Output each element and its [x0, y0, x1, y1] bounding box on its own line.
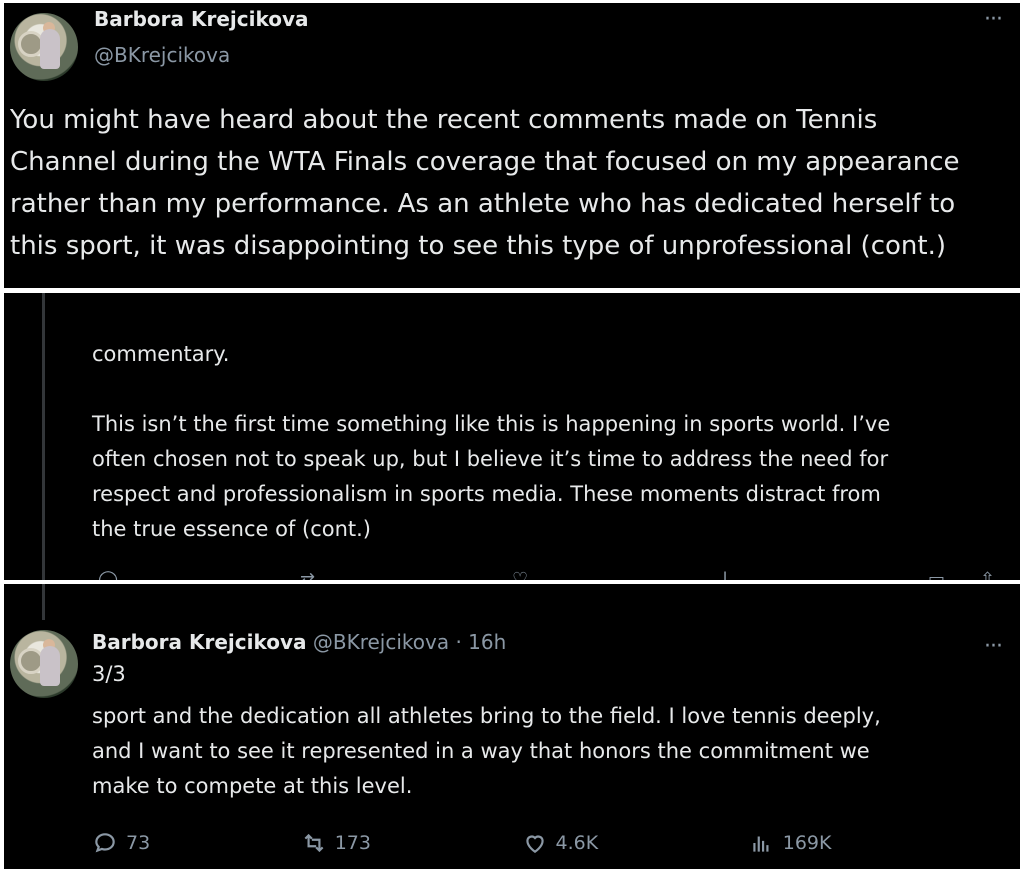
tweet-text: commentary. This isn’t the first time so… — [92, 342, 891, 541]
tweet-text: You might have heard about the recent co… — [10, 105, 960, 261]
reply-icon — [95, 833, 115, 853]
like-count: 4.6K — [555, 832, 599, 854]
avatar[interactable] — [10, 630, 78, 698]
like-button[interactable]: 4.6K — [522, 830, 599, 856]
repost-count: 173 — [334, 832, 371, 854]
tweet-panel-2: commentary. This isn’t the first time so… — [4, 293, 1020, 580]
thread-line — [42, 584, 45, 620]
action-bar: 73 173 4.6K 169K — [92, 830, 1006, 856]
reply-count: 73 — [126, 832, 151, 854]
author-handle[interactable]: @BKrejcikova — [94, 43, 230, 67]
repost-icon — [304, 833, 324, 853]
thread-count: 3/3 — [92, 662, 126, 686]
action-bar-cropped: ◯ ⇄ ♡ | ▭ ⇧ — [98, 569, 996, 580]
views-button[interactable]: 169K — [749, 830, 832, 856]
tweet-text: sport and the dedication all athletes br… — [92, 704, 881, 798]
more-options-icon[interactable]: ··· — [984, 636, 1003, 658]
repost-button[interactable]: 173 — [301, 830, 371, 856]
avatar[interactable] — [10, 13, 78, 81]
more-options-icon[interactable]: ··· — [984, 9, 1003, 31]
tweet-panel-3: Barbora Krejcikova @BKrejcikova · 16h ··… — [4, 584, 1020, 869]
views-icon — [753, 836, 769, 852]
tweet-panel-1: Barbora Krejcikova @BKrejcikova ··· You … — [4, 3, 1020, 288]
view-count: 169K — [782, 832, 832, 854]
tweet-header: Barbora Krejcikova @BKrejcikova · 16h — [92, 630, 506, 654]
author-handle-time[interactable]: @BKrejcikova · 16h — [313, 630, 506, 654]
like-icon — [525, 835, 544, 853]
thread-line — [42, 293, 45, 580]
author-name[interactable]: Barbora Krejcikova — [92, 630, 307, 654]
reply-button[interactable]: 73 — [92, 830, 150, 856]
author-name[interactable]: Barbora Krejcikova — [94, 7, 309, 31]
